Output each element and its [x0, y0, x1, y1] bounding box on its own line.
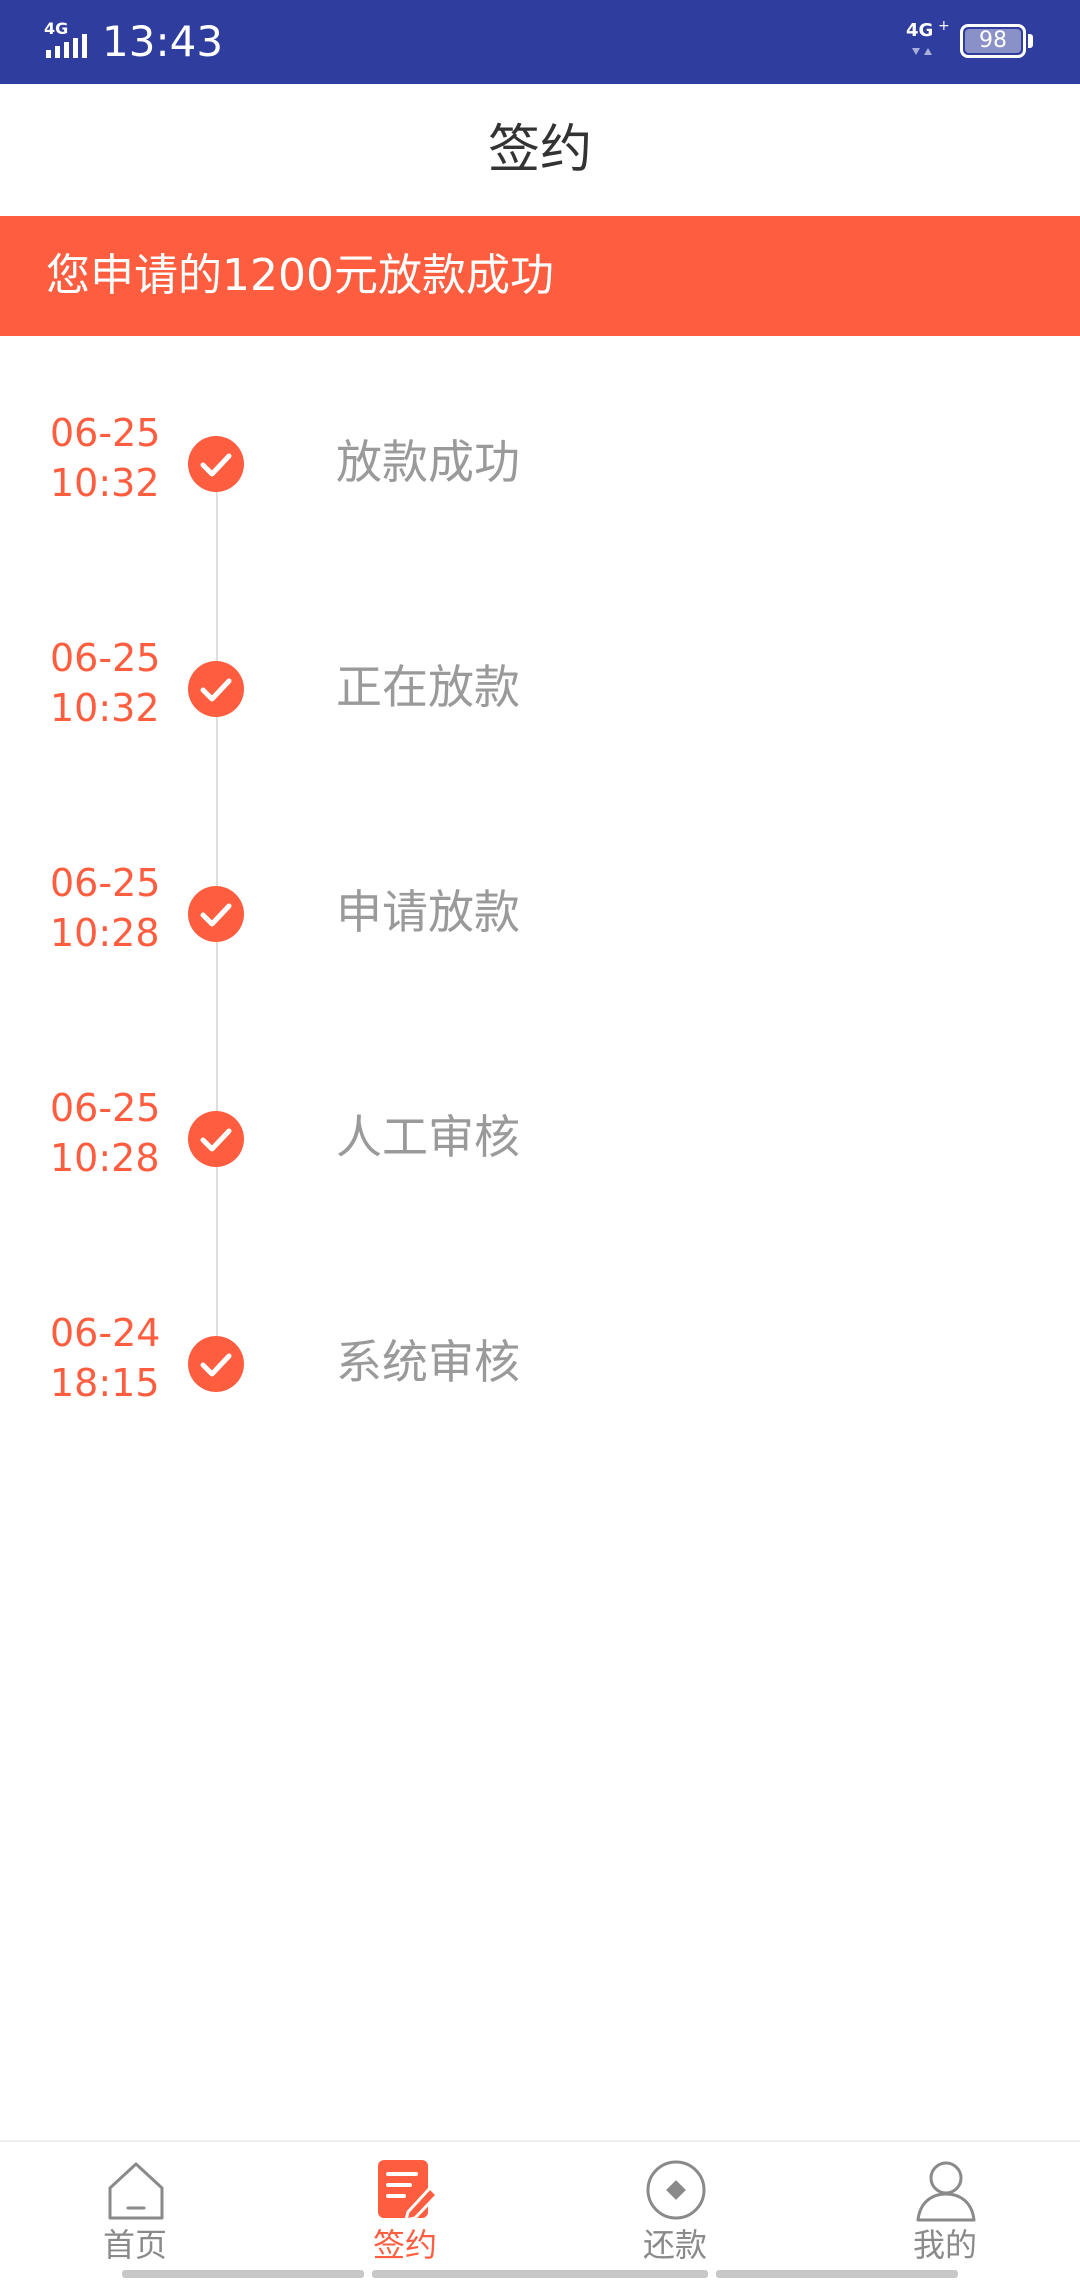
timeline-date: 06-25 — [50, 861, 161, 905]
tab-repay[interactable]: 还款 — [540, 2142, 810, 2268]
battery-icon: 98 — [960, 24, 1026, 58]
timeline-datetime: 06-25 10:32 — [50, 633, 160, 733]
home-indicator — [372, 2270, 708, 2278]
repay-icon — [646, 2160, 706, 2220]
timeline-label: 系统审核 — [336, 1335, 520, 1389]
tab-label: 我的 — [912, 2226, 977, 2264]
timeline-datetime: 06-25 10:28 — [50, 1083, 160, 1183]
sign-icon — [378, 2160, 438, 2222]
timeline-label: 正在放款 — [336, 660, 520, 714]
timeline-time: 18:15 — [50, 1361, 160, 1405]
timeline-datetime: 06-25 10:28 — [50, 858, 160, 958]
timeline-date: 06-25 — [50, 411, 161, 455]
timeline-label: 申请放款 — [336, 885, 520, 939]
svg-text:4G: 4G — [906, 20, 933, 41]
timeline-item: 06-25 10:28 申请放款 — [0, 858, 1080, 1018]
timeline-item: 06-25 10:28 人工审核 — [0, 1083, 1080, 1243]
status-time: 13:43 — [102, 17, 224, 66]
home-indicator — [716, 2270, 958, 2278]
bottom-tab-bar: 首页 签约 还款 我的 — [0, 2140, 1080, 2280]
banner-message: 您申请的1200元放款成功 — [46, 250, 554, 301]
timeline-date: 06-25 — [50, 636, 161, 680]
timeline-datetime: 06-25 10:32 — [50, 408, 160, 508]
home-indicator — [122, 2270, 364, 2278]
timeline-date: 06-24 — [50, 1311, 161, 1355]
check-icon — [188, 1336, 244, 1392]
timeline-label: 放款成功 — [336, 435, 520, 489]
signal-icon: 4G — [44, 20, 87, 58]
timeline-label: 人工审核 — [336, 1110, 520, 1164]
check-icon — [188, 436, 244, 492]
progress-timeline: 06-25 10:32 放款成功 06-25 10:32 正在放款 06-25 … — [0, 336, 1080, 1436]
tab-label: 还款 — [642, 2226, 707, 2264]
timeline-item: 06-25 10:32 正在放款 — [0, 633, 1080, 793]
timeline-time: 10:28 — [50, 1136, 160, 1180]
timeline-time: 10:28 — [50, 911, 160, 955]
timeline-date: 06-25 — [50, 1086, 161, 1130]
success-banner: 您申请的1200元放款成功 — [0, 216, 1080, 336]
svg-text:4G: 4G — [44, 20, 68, 38]
timeline-datetime: 06-24 18:15 — [50, 1308, 160, 1408]
battery-level: 98 — [979, 28, 1007, 53]
timeline-item: 06-25 10:32 放款成功 — [0, 408, 1080, 568]
check-icon — [188, 661, 244, 717]
tab-sign[interactable]: 签约 — [270, 2142, 540, 2268]
home-icon — [108, 2162, 164, 2220]
page-title: 签约 — [487, 120, 592, 180]
timeline-time: 10:32 — [50, 686, 160, 730]
tab-label: 签约 — [372, 2226, 437, 2264]
timeline-item: 06-24 18:15 系统审核 — [0, 1308, 1080, 1468]
tab-profile[interactable]: 我的 — [810, 2142, 1080, 2268]
status-bar: 4G 13:43 4G + 98 — [0, 0, 1080, 84]
check-icon — [188, 1111, 244, 1167]
profile-icon — [916, 2161, 976, 2222]
network-icon: 4G + — [906, 18, 950, 55]
check-icon — [188, 886, 244, 942]
page-header: 签约 — [0, 84, 1080, 216]
svg-text:+: + — [938, 18, 950, 34]
tab-home[interactable]: 首页 — [0, 2142, 270, 2268]
battery-tip — [1028, 34, 1033, 48]
timeline-time: 10:32 — [50, 461, 160, 505]
tab-label: 首页 — [102, 2226, 167, 2264]
